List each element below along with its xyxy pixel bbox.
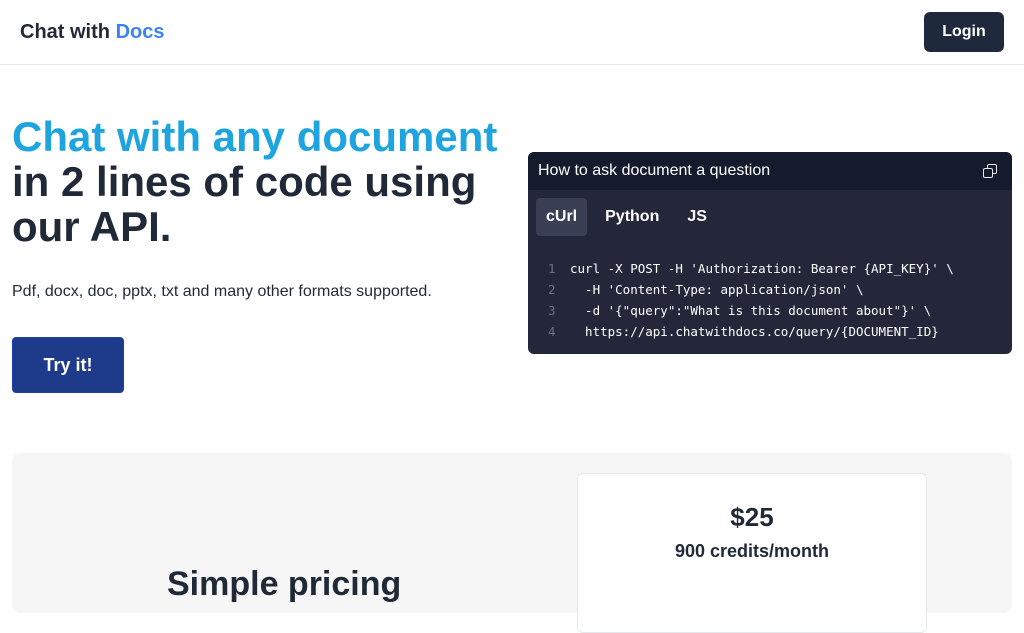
tab-curl[interactable]: cUrl xyxy=(536,198,588,236)
code-sample-card: How to ask document a question cUrl Pyth… xyxy=(528,152,1012,354)
top-nav: Chat with Docs Login xyxy=(0,0,1024,65)
code-line: 2 -H 'Content-Type: application/json' \ xyxy=(548,279,1012,300)
line-number: 4 xyxy=(548,324,556,339)
brand-logo[interactable]: Chat with Docs xyxy=(20,21,164,44)
code-line: 3 -d '{"query":"What is this document ab… xyxy=(548,300,1012,321)
code-text: -H 'Content-Type: application/json' \ xyxy=(570,282,864,297)
line-number: 2 xyxy=(548,282,556,297)
hero-title-line2: in 2 lines of code using xyxy=(12,158,477,205)
price-card: $25 900 credits/month xyxy=(577,473,927,633)
code-text: https://api.chatwithdocs.co/query/{DOCUM… xyxy=(570,324,939,339)
brand-accent: Docs xyxy=(115,20,165,43)
hero-title-highlight: Chat with any document xyxy=(12,113,498,160)
tab-python[interactable]: Python xyxy=(595,198,669,236)
line-number: 1 xyxy=(548,261,556,276)
try-it-button[interactable]: Try it! xyxy=(12,337,124,393)
brand-prefix: Chat with xyxy=(20,20,110,43)
line-number: 3 xyxy=(548,303,556,318)
price-credits: 900 credits/month xyxy=(674,541,830,561)
tab-js[interactable]: JS xyxy=(677,198,717,236)
code-line: 1 curl -X POST -H 'Authorization: Bearer… xyxy=(548,258,1012,279)
code-text: curl -X POST -H 'Authorization: Bearer {… xyxy=(570,261,954,276)
code-card-header: How to ask document a question xyxy=(528,152,1012,190)
code-card-title: How to ask document a question xyxy=(538,162,771,179)
code-block: 1 curl -X POST -H 'Authorization: Bearer… xyxy=(528,236,1012,342)
copy-icon[interactable] xyxy=(982,163,998,179)
price-amount: $25 xyxy=(730,502,774,532)
hero-title-line3: our API. xyxy=(12,203,172,250)
hero-subtitle: Pdf, docx, doc, pptx, txt and many other… xyxy=(12,283,432,300)
language-tabs: cUrl Python JS xyxy=(528,190,1012,236)
pricing-heading: Simple pricing xyxy=(167,565,402,603)
hero-title: Chat with any document in 2 lines of cod… xyxy=(12,114,512,249)
code-text: -d '{"query":"What is this document abou… xyxy=(570,303,932,318)
code-line: 4 https://api.chatwithdocs.co/query/{DOC… xyxy=(548,321,1012,342)
copy-icon-front xyxy=(983,168,993,178)
login-button[interactable]: Login xyxy=(924,12,1004,52)
pricing-section: Simple pricing $25 900 credits/month xyxy=(12,453,1012,633)
